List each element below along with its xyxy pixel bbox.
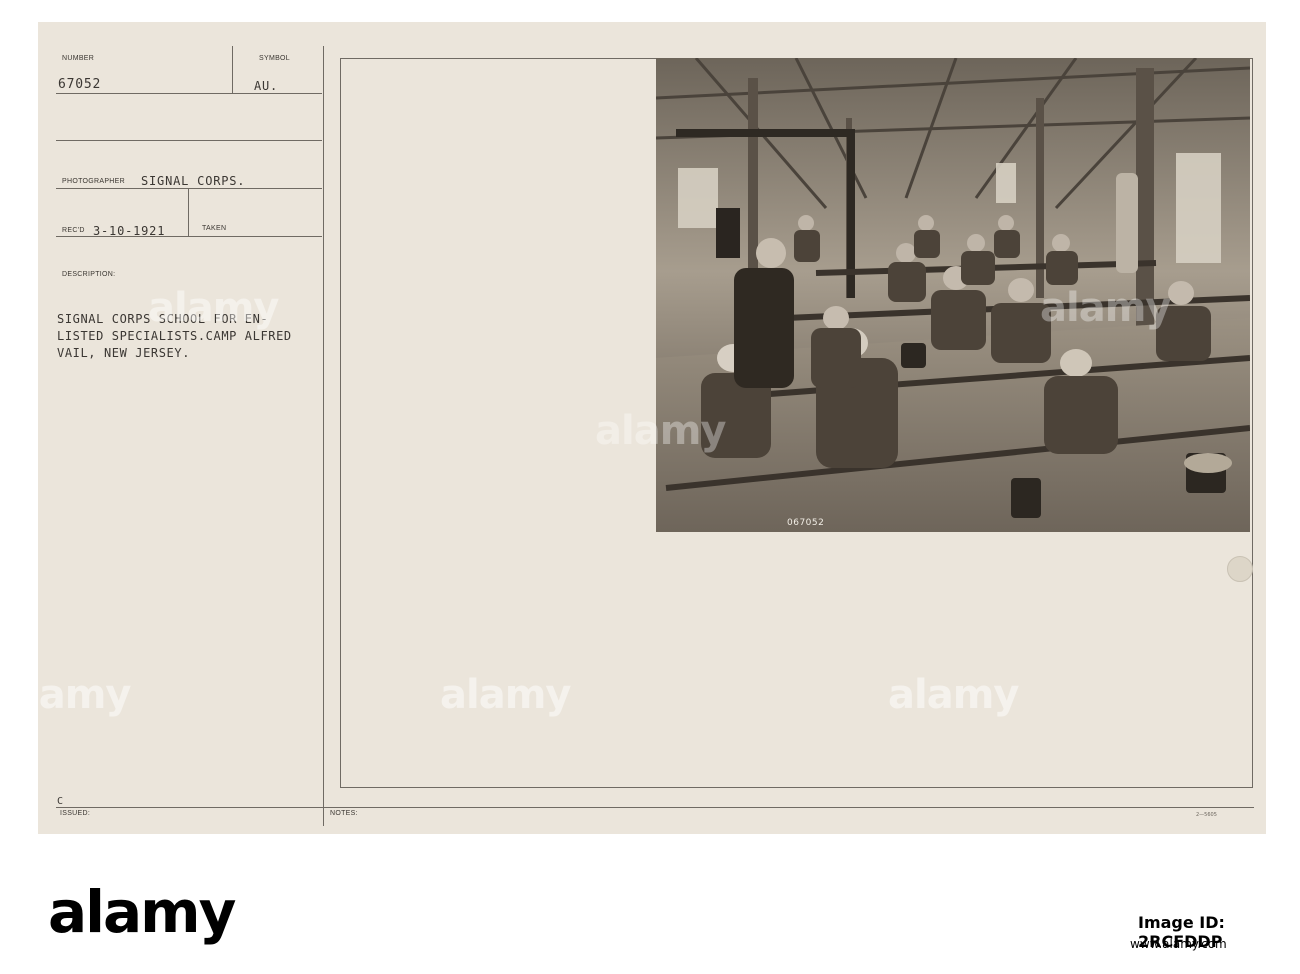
number-label: NUMBER <box>62 55 95 62</box>
issued-mark: C <box>57 796 64 807</box>
watermark: alamy <box>148 285 279 331</box>
symbol-value: AU. <box>254 79 279 93</box>
description-line: VAIL, NEW JERSEY. <box>57 346 191 360</box>
watermark: alamy <box>440 672 571 718</box>
number-value: 67052 <box>58 77 102 92</box>
recd-label: REC'D <box>62 227 85 234</box>
punch-hole <box>1227 556 1253 582</box>
taken-label: TAKEN <box>202 225 227 232</box>
watermark: alamy <box>595 408 726 454</box>
notes-label: NOTES: <box>330 810 358 817</box>
recd-value: 3-10-1921 <box>93 224 166 238</box>
website-url: www.alamy.com <box>1130 937 1227 951</box>
photographer-value: SIGNAL CORPS. <box>141 174 246 188</box>
recd-taken-divider <box>188 188 189 237</box>
photographer-label: PHOTOGRAPHER <box>62 178 125 185</box>
number-symbol-divider <box>232 46 233 94</box>
section-rule <box>56 140 322 141</box>
column-divider <box>323 46 324 826</box>
watermark: alamy <box>1040 285 1171 331</box>
number-underline <box>56 93 322 94</box>
watermark: alamy <box>888 672 1019 718</box>
photo-negative-number: 067052 <box>787 518 825 528</box>
symbol-label: SYMBOL <box>259 55 290 62</box>
description-label: DESCRIPTION: <box>62 271 116 278</box>
issued-label: ISSUED: <box>60 810 91 817</box>
bottom-rule <box>56 807 1254 808</box>
form-code: 2—5605 <box>1196 812 1217 818</box>
photographer-underline <box>56 188 322 189</box>
watermark: alamy <box>0 672 131 718</box>
brand-logo: alamy <box>48 878 236 946</box>
